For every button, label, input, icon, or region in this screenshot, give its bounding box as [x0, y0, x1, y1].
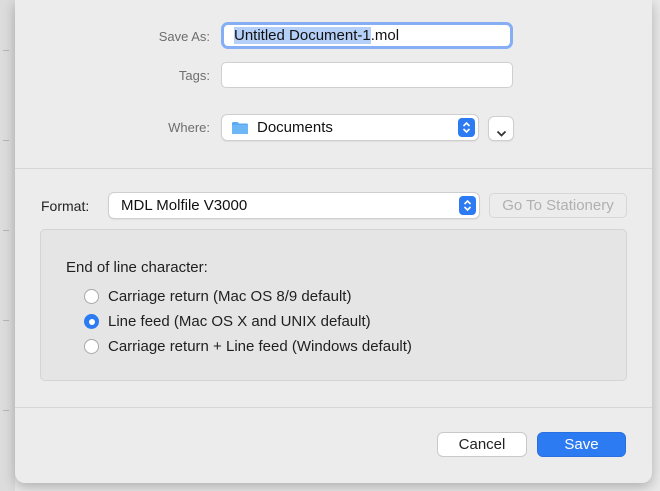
separator [15, 407, 652, 408]
stepper-arrows-icon [459, 196, 476, 215]
folder-icon [231, 121, 249, 135]
background-tick [3, 140, 9, 141]
background-window-edge [0, 0, 15, 491]
radio-button-icon[interactable] [84, 289, 99, 304]
radio-carriage-return[interactable]: Carriage return (Mac OS 8/9 default) [84, 288, 351, 305]
where-popup[interactable]: Documents [221, 114, 479, 141]
radio-crlf[interactable]: Carriage return + Line feed (Windows def… [84, 338, 412, 355]
format-value: MDL Molfile V3000 [121, 197, 248, 214]
background-tick [3, 320, 9, 321]
background-tick [3, 410, 9, 411]
filename-extension: .mol [370, 27, 400, 44]
radio-button-icon[interactable] [84, 339, 99, 354]
separator [15, 168, 652, 169]
tags-input[interactable] [221, 62, 513, 88]
radio-label: Line feed (Mac OS X and UNIX default) [108, 313, 371, 330]
where-value: Documents [257, 119, 333, 136]
where-label: Where: [168, 120, 210, 135]
stepper-arrows-icon [458, 118, 475, 137]
save-as-label: Save As: [158, 29, 210, 44]
cancel-button[interactable]: Cancel [437, 432, 527, 457]
chevron-down-icon [496, 125, 507, 142]
radio-line-feed[interactable]: Line feed (Mac OS X and UNIX default) [84, 313, 371, 330]
tags-label: Tags: [178, 68, 210, 83]
radio-button-selected-icon[interactable] [84, 314, 99, 329]
format-label: Format: [41, 198, 90, 214]
filename-selection: Untitled Document-1 [234, 27, 371, 44]
go-to-stationery-button[interactable]: Go To Stationery [489, 193, 627, 218]
format-popup[interactable]: MDL Molfile V3000 [108, 192, 480, 219]
format-options-panel: End of line character: Carriage return (… [40, 229, 627, 381]
radio-label: Carriage return + Line feed (Windows def… [108, 338, 412, 355]
save-button[interactable]: Save [537, 432, 626, 457]
save-dialog: Save As: Untitled Document-1.mol Tags: W… [15, 0, 652, 483]
expand-button[interactable] [488, 116, 514, 141]
filename-input[interactable]: Untitled Document-1.mol [221, 22, 513, 49]
radio-label: Carriage return (Mac OS 8/9 default) [108, 288, 352, 305]
background-tick [3, 50, 9, 51]
background-tick [3, 230, 9, 231]
eol-title: End of line character: [66, 259, 208, 276]
